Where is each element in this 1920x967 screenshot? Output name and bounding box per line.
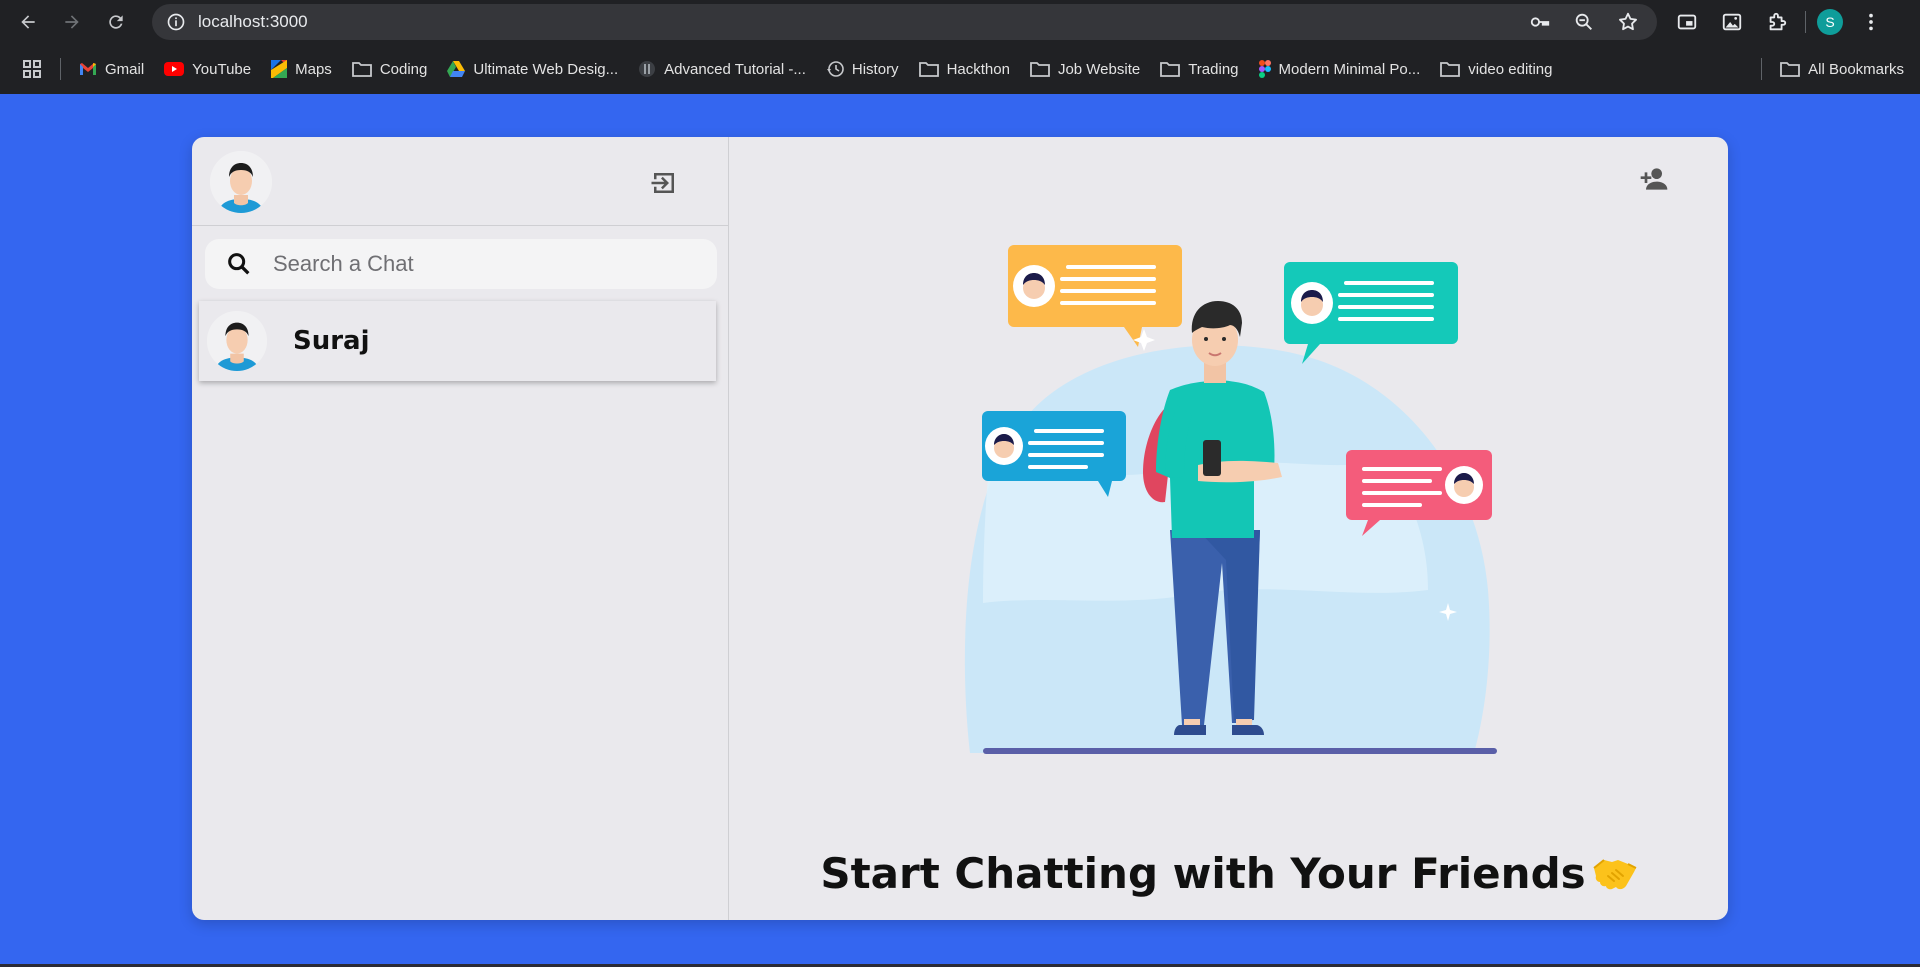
bookmark-history[interactable]: History [826,60,899,78]
bookmark-star-icon[interactable] [1611,5,1645,39]
bookmark-youtube[interactable]: YouTube [164,61,251,78]
extensions-icon[interactable] [1760,5,1794,39]
password-key-icon[interactable] [1523,5,1557,39]
bookmark-folder-hackthon[interactable]: Hackthon [918,61,1010,78]
user-avatar[interactable] [210,151,272,213]
site-info-icon[interactable] [156,4,196,40]
history-icon [826,61,844,77]
all-bookmarks-button[interactable]: All Bookmarks [1780,61,1904,78]
site-icon [639,61,656,77]
bookmarks-bar: Gmail YouTube Maps Coding Ultimate Web D… [0,44,1920,94]
reload-icon [109,15,123,29]
welcome-text: Start Chatting with Your Friends [820,849,1586,898]
bookmark-maps[interactable]: Maps [271,60,332,78]
person-add-icon [1640,168,1668,190]
bookmark-folder-video-editing[interactable]: video editing [1440,61,1552,78]
forward-arrow-icon [65,15,79,29]
welcome-heading: Start Chatting with Your Friends [730,849,1728,898]
apps-grid-icon[interactable] [12,59,52,79]
youtube-icon [164,62,185,76]
address-url[interactable]: localhost:3000 [198,12,308,32]
figma-icon [1258,60,1271,78]
sidebar-header [192,137,729,226]
folder-icon [918,62,939,77]
search-input[interactable] [273,251,693,277]
address-bar[interactable]: localhost:3000 [152,4,1657,40]
bookmarks-separator [60,58,61,80]
search-bar [205,239,717,289]
maps-icon [271,60,288,78]
image-search-icon[interactable] [1715,5,1749,39]
bookmark-folder-trading[interactable]: Trading [1160,61,1239,78]
logout-icon [651,173,674,193]
menu-icon[interactable] [1854,5,1888,39]
chat-avatar [207,311,267,371]
toolbar-separator [1805,11,1806,33]
add-friend-button[interactable] [1634,159,1674,199]
reload-button[interactable] [94,0,138,44]
bookmark-gmail[interactable]: Gmail [79,61,144,78]
chat-app-container: Suraj [192,137,1728,920]
folder-icon [1160,62,1181,77]
handshake-emoji-icon [1593,859,1637,890]
bookmark-advanced-tutorial[interactable]: Advanced Tutorial -... [638,60,806,78]
browser-toolbar: localhost:3000 S [0,0,1920,44]
bookmark-folder-job-website[interactable]: Job Website [1030,61,1140,78]
bookmark-modern-minimal[interactable]: Modern Minimal Po... [1258,60,1420,78]
profile-avatar[interactable]: S [1817,9,1843,35]
bookmark-folder-coding[interactable]: Coding [351,61,427,78]
main-panel: Start Chatting with Your Friends [730,137,1728,920]
tab-search-icon[interactable] [1670,5,1704,39]
folder-icon [1780,62,1801,77]
search-icon[interactable] [221,246,257,282]
back-arrow-icon [21,15,35,29]
back-button[interactable] [6,0,50,44]
bookmark-ultimate-web-design[interactable]: Ultimate Web Desig... [447,61,618,78]
bookmarks-right-separator [1761,58,1763,80]
chat-name: Suraj [293,326,370,356]
zoom-icon[interactable] [1567,5,1601,39]
folder-icon [351,62,372,77]
logout-button[interactable] [646,165,682,201]
chatting-illustration [964,245,1497,754]
drive-icon [447,61,466,77]
forward-button[interactable] [50,0,94,44]
sidebar: Suraj [192,137,729,920]
folder-icon [1440,62,1461,77]
folder-icon [1030,62,1050,77]
gmail-icon [80,63,96,75]
chat-list-item[interactable]: Suraj [199,301,716,381]
